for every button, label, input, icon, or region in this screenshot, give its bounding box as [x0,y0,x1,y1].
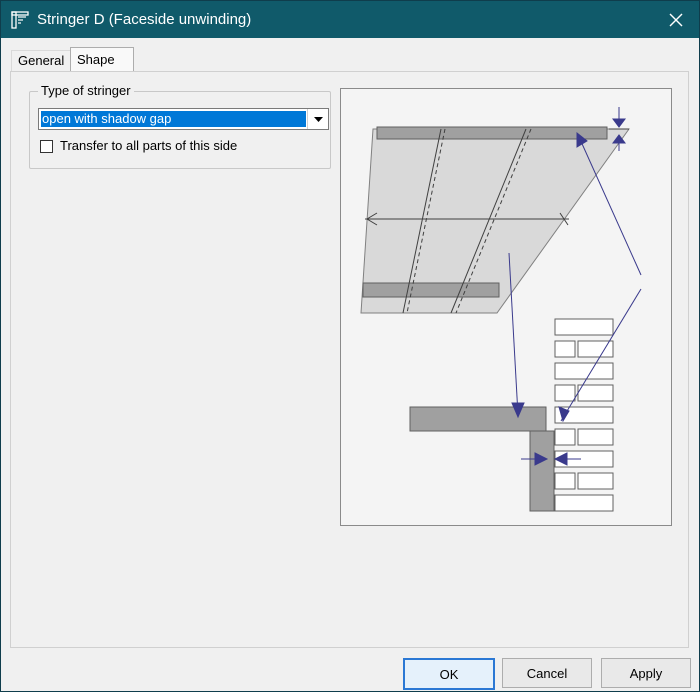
shape-tab-panel: Type of stringer open with shadow gap Tr… [10,71,689,648]
cancel-button[interactable]: Cancel [502,658,592,688]
group-legend: Type of stringer [38,83,134,98]
transfer-checkbox-label[interactable]: Transfer to all parts of this side [60,138,237,153]
dialog-window: Stringer D (Faceside unwinding) General … [0,0,700,692]
ok-button[interactable]: OK [403,658,495,690]
transfer-checkbox[interactable] [40,140,53,153]
stringer-type-group: Type of stringer open with shadow gap Tr… [29,83,331,169]
title-bar: Stringer D (Faceside unwinding) [1,1,699,38]
close-icon [669,13,683,26]
apply-button[interactable]: Apply [601,658,691,688]
stringer-app-icon [11,11,29,29]
chevron-down-icon [313,116,323,122]
window-title: Stringer D (Faceside unwinding) [37,11,252,28]
tab-general[interactable]: General [11,50,75,71]
stair-plan-view [360,126,630,314]
select-value: open with shadow gap [41,111,306,127]
stringer-preview-diagram [340,88,672,526]
close-button[interactable] [653,1,699,38]
stringer-type-select[interactable]: open with shadow gap [38,108,329,130]
tab-shape[interactable]: Shape [70,47,134,72]
select-dropdown-button[interactable] [307,109,328,129]
